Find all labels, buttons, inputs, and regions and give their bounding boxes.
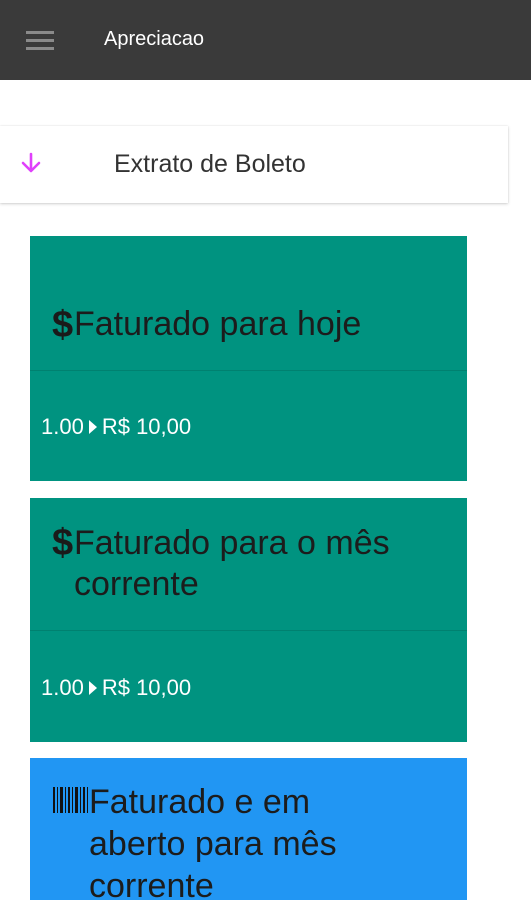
menu-icon[interactable] <box>26 31 54 51</box>
card-title: Faturado para hoje <box>74 305 362 343</box>
amount-text: 1.00 <box>41 675 84 700</box>
arrow-down-icon[interactable] <box>20 152 42 174</box>
card-value: 1.00 R$ 10,00 <box>41 414 191 440</box>
card-divider <box>30 630 467 631</box>
value-text: R$ 10,00 <box>101 414 192 439</box>
app-title: Apreciacao <box>104 28 205 50</box>
card-divider <box>30 370 467 371</box>
menu-line <box>26 47 54 50</box>
app-bar: Apreciacao <box>0 0 531 80</box>
billed-open-month-card[interactable]: Faturado e em aberto para mês corrente <box>30 758 467 905</box>
card-title-line3: corrente <box>89 867 214 905</box>
billed-today-card[interactable]: $ Faturado para hoje 1.00 R$ 10,00 <box>30 236 467 481</box>
card-title-line2: aberto para mês <box>89 825 337 863</box>
section-title: Extrato de Boleto <box>114 150 306 178</box>
menu-line <box>26 31 54 34</box>
caret-right-icon <box>88 420 97 434</box>
barcode-icon <box>53 787 88 813</box>
billed-month-card[interactable]: $ Faturado para o mês corrente 1.00 R$ 1… <box>30 498 467 742</box>
card-title-line2: corrente <box>74 565 199 603</box>
dollar-icon: $ <box>52 522 74 564</box>
amount-text: 1.00 <box>41 414 84 439</box>
card-value: 1.00 R$ 10,00 <box>41 675 191 701</box>
dollar-icon: $ <box>52 304 74 346</box>
caret-right-icon <box>88 681 97 695</box>
value-text: R$ 10,00 <box>101 675 192 700</box>
card-title-line1: Faturado para o mês <box>74 524 390 562</box>
menu-line <box>26 39 54 42</box>
card-title-line1: Faturado e em <box>89 783 311 821</box>
